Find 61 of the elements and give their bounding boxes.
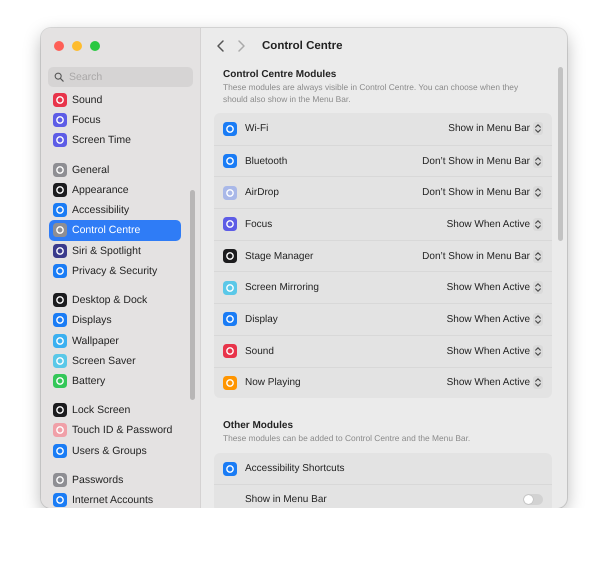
section-title: Control Centre Modules	[222, 69, 338, 80]
zoom-button[interactable]	[90, 41, 100, 51]
row-label: Bluetooth	[245, 156, 288, 167]
popup-menu[interactable]: Show When Active	[446, 218, 543, 231]
chevron-updown-icon	[533, 250, 543, 263]
popup-menu[interactable]: Show When Active	[446, 376, 543, 390]
chevron-updown-icon	[533, 186, 543, 200]
sidebar-item[interactable]: Accessibility	[49, 200, 181, 220]
sidebar-item[interactable]: Focus	[49, 110, 181, 130]
sidebar-item[interactable]: Passwords	[49, 470, 181, 490]
sidebar-item[interactable]: Screen Time	[49, 130, 181, 151]
sidebar-item[interactable]: Appearance	[49, 180, 181, 200]
sidebar-item[interactable]: Touch ID & Password	[49, 420, 181, 441]
chevron-updown-icon	[533, 312, 543, 326]
sidebar-item[interactable]: Control Centre	[49, 220, 181, 240]
sidebar-item[interactable]: Displays	[49, 310, 181, 330]
row-label: Sound	[245, 346, 275, 357]
toggle-switch[interactable]	[523, 494, 543, 505]
sidebar-item[interactable]: Internet Accounts	[49, 490, 181, 508]
row-label: Screen Mirroring	[245, 282, 320, 294]
popup-menu[interactable]: Show When Active	[446, 281, 543, 294]
sidebar-item[interactable]: Battery	[49, 370, 181, 391]
close-button[interactable]	[54, 41, 64, 51]
popup-menu[interactable]: Show When Active	[446, 344, 543, 358]
section-title: Other Modules	[222, 420, 294, 432]
sidebar-item[interactable]: Users & Groups	[49, 440, 181, 461]
back-button[interactable]	[216, 39, 226, 53]
sidebar-item[interactable]: Sound	[49, 90, 181, 110]
row-label: AirDrop	[245, 187, 280, 198]
scrollbar[interactable]	[190, 190, 195, 400]
row-label: Focus	[245, 218, 274, 230]
sidebar-item[interactable]: General	[49, 160, 181, 180]
popup-menu[interactable]: Don’t Show in Menu Bar	[422, 154, 543, 168]
row-label: Display	[245, 314, 279, 325]
scrollbar[interactable]	[558, 67, 563, 241]
row-label: Now Playing	[245, 377, 302, 388]
sidebar-item[interactable]: Screen Saver	[49, 350, 181, 371]
row-label: Stage Manager	[245, 250, 314, 262]
chevron-updown-icon	[533, 218, 543, 231]
chevron-updown-icon	[533, 122, 543, 136]
chevron-updown-icon	[533, 344, 543, 358]
popup-menu[interactable]: Don’t Show in Menu Bar	[422, 250, 543, 263]
row-label: Wi-Fi	[245, 123, 270, 134]
section-description: These modules are always visible in Control Centre. You can choose when they should also show in the Menu Bar.	[222, 82, 520, 105]
forward-button[interactable]	[236, 39, 246, 53]
chevron-updown-icon	[533, 376, 543, 390]
sidebar-item[interactable]: Lock Screen	[49, 400, 181, 420]
section-description: These modules can be added to Control Centre and the Menu Bar.	[222, 433, 472, 445]
popup-menu[interactable]: Don’t Show in Menu Bar	[422, 186, 543, 200]
sidebar-item[interactable]: Desktop & Dock	[49, 290, 181, 310]
sidebar-item[interactable]: Wallpaper	[49, 330, 181, 351]
window-title: Control Centre	[262, 40, 342, 52]
popup-menu[interactable]: Show When Active	[446, 312, 543, 326]
row-label: Show in Menu Bar	[245, 494, 328, 505]
minimize-button[interactable]	[72, 41, 82, 51]
chevron-updown-icon	[533, 154, 543, 168]
chevron-updown-icon	[533, 281, 543, 294]
sidebar-item[interactable]: Privacy & Security	[49, 260, 181, 281]
sidebar-item[interactable]: Siri & Spotlight	[49, 240, 181, 261]
row-label: Accessibility Shortcuts	[245, 463, 346, 474]
popup-menu[interactable]: Show in Menu Bar	[448, 122, 543, 136]
